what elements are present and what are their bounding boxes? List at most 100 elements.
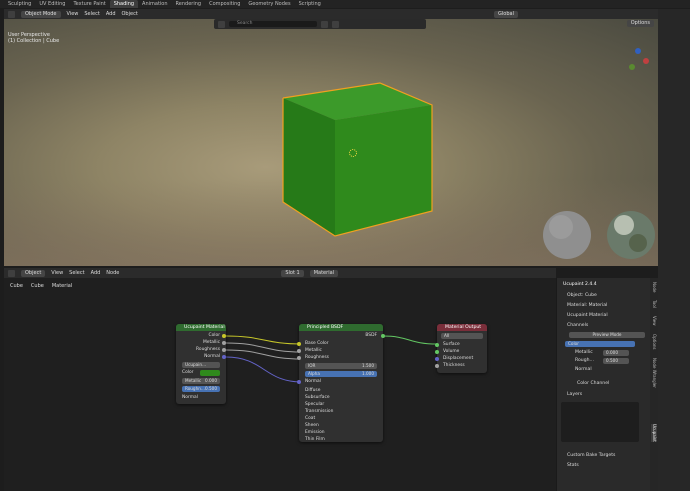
viewport-menu-select[interactable]: Select	[84, 11, 99, 17]
node-menu-view[interactable]: View	[51, 270, 63, 276]
ucupaint-material-node[interactable]: Ucupaint Material Color Metallic Roughne…	[176, 324, 226, 404]
bsdf-section-emission[interactable]: Emission	[305, 430, 325, 435]
viewport-menu-view[interactable]: View	[67, 11, 79, 17]
sidebar-tab-view[interactable]: View	[651, 316, 657, 326]
link-color	[225, 335, 303, 345]
layers-list[interactable]	[561, 402, 639, 442]
node-title: Principled BSDF	[299, 324, 383, 331]
custom-bake-targets-header[interactable]: Custom Bake Targets	[567, 453, 615, 458]
alpha-value: 1.000	[362, 371, 374, 376]
node-editor-canvas[interactable]	[4, 278, 556, 491]
layers-header[interactable]: Layers	[567, 392, 582, 397]
options-button[interactable]: Options	[626, 20, 654, 27]
transform-orientation-dropdown[interactable]: Global	[494, 10, 518, 18]
socket-in-volume[interactable]	[435, 350, 439, 354]
material-dropdown[interactable]: Material	[309, 269, 339, 277]
workspace-tab-scripting[interactable]: Scripting	[295, 0, 325, 8]
breadcrumb-mesh[interactable]: Cube	[31, 283, 44, 289]
bsdf-section-coat[interactable]: Coat	[305, 416, 315, 421]
socket-out-normal[interactable]	[222, 355, 226, 359]
panel-title[interactable]: Ucupaint 2.4.4	[563, 282, 597, 287]
slot-dropdown[interactable]: Slot 1	[281, 269, 304, 277]
viewport-menu-add[interactable]: Add	[106, 11, 116, 17]
socket-in-surface[interactable]	[435, 343, 439, 347]
input-color: Color	[182, 370, 194, 375]
object-mode-dropdown[interactable]: Object Mode	[21, 10, 61, 18]
cube-front-face[interactable]	[335, 105, 432, 236]
color-channel-header[interactable]: Color Channel	[577, 381, 609, 386]
gizmo-z-axis[interactable]	[635, 48, 641, 54]
bsdf-section-diffuse[interactable]: Diffuse	[305, 388, 320, 393]
editor-type-icon[interactable]	[8, 10, 15, 18]
alpha-field[interactable]: Alpha 1.000	[305, 371, 377, 377]
channel-normal[interactable]: Normal	[575, 367, 592, 372]
roughness-field[interactable]: Roughn... 0.500	[182, 386, 220, 392]
node-editor-header: Object View Select Add Node Slot 1 Mater…	[4, 268, 556, 278]
breadcrumb-object[interactable]: Cube	[10, 283, 23, 289]
workspace-tab-sculpting[interactable]: Sculpting	[4, 0, 35, 8]
ucupaint-side-panel: Ucupaint 2.4.4 Object: Cube Material: Ma…	[556, 278, 652, 491]
socket-in-displacement[interactable]	[435, 357, 439, 361]
workspace-tab-rendering[interactable]: Rendering	[172, 0, 206, 8]
node-menu-node[interactable]: Node	[106, 270, 119, 276]
socket-in-normal[interactable]	[297, 380, 301, 384]
breadcrumb-material[interactable]: Material	[52, 283, 72, 289]
workspace-tab-compositing[interactable]: Compositing	[205, 0, 244, 8]
node-object-dropdown[interactable]: Object	[21, 269, 46, 277]
output-target-dropdown[interactable]: All	[441, 333, 483, 339]
channels-header[interactable]: Channels	[567, 323, 588, 328]
workspace-tab-geometry-nodes[interactable]: Geometry Nodes	[244, 0, 294, 8]
bsdf-section-thin-film[interactable]: Thin Film	[305, 437, 325, 442]
sidebar-tab-tool[interactable]: Tool	[651, 300, 657, 308]
stats-header[interactable]: Stats	[567, 463, 579, 468]
input-surface: Surface	[443, 342, 460, 347]
channel-roughness-value[interactable]: 0.500	[603, 358, 629, 364]
socket-in-thickness[interactable]	[435, 364, 439, 368]
viewport-scene	[282, 48, 655, 259]
3d-viewport[interactable]	[4, 19, 658, 266]
filter-icon[interactable]	[332, 20, 339, 28]
bsdf-section-specular[interactable]: Specular	[305, 402, 324, 407]
socket-in-metallic[interactable]	[297, 349, 301, 353]
channel-metallic-value[interactable]: 0.000	[603, 350, 629, 356]
workspace-tab-animation[interactable]: Animation	[138, 0, 172, 8]
proportional-icon[interactable]	[321, 20, 328, 28]
bsdf-section-subsurface[interactable]: Subsurface	[305, 395, 330, 400]
workspace-tab-uv-editing[interactable]: UV Editing	[35, 0, 69, 8]
socket-out-bsdf[interactable]	[381, 334, 385, 338]
workspace-tab-shading[interactable]: Shading	[109, 0, 139, 8]
group-name-field[interactable]: Ucupain...	[182, 362, 220, 368]
snap-icon[interactable]	[218, 20, 225, 28]
color-swatch[interactable]	[200, 370, 220, 376]
material-output-node[interactable]: Material Output All Surface Volume Displ…	[437, 324, 487, 373]
input-metallic: Metallic	[305, 348, 322, 353]
socket-in-base-color[interactable]	[297, 342, 301, 346]
principled-bsdf-node[interactable]: Principled BSDF BSDF Base Color Metallic…	[299, 324, 383, 442]
bsdf-section-sheen[interactable]: Sheen	[305, 423, 319, 428]
node-menu-add[interactable]: Add	[91, 270, 101, 276]
viewport-search-input[interactable]: Search	[229, 21, 317, 27]
sidebar-tab-node-wrangler[interactable]: Node Wrangler	[651, 358, 657, 388]
sidebar-tab-node[interactable]: Node	[651, 282, 657, 292]
viewport-menu-object[interactable]: Object	[122, 11, 138, 17]
socket-out-roughness[interactable]	[222, 348, 226, 352]
socket-out-metallic[interactable]	[222, 341, 226, 345]
channel-roughness[interactable]: Rough...	[575, 358, 594, 363]
channel-color[interactable]: Color	[565, 341, 635, 347]
workspace-tab-texture-paint[interactable]: Texture Paint	[69, 0, 109, 8]
bsdf-section-transmission[interactable]: Transmission	[305, 409, 333, 414]
input-normal: Normal	[305, 379, 321, 384]
gizmo-y-axis[interactable]	[629, 64, 635, 70]
ior-field[interactable]: IOR 1.500	[305, 363, 377, 369]
gizmo-x-axis[interactable]	[643, 58, 649, 64]
sidebar-tab-ucupaint[interactable]: Ucupaint	[651, 424, 657, 442]
channel-metallic[interactable]: Metallic	[575, 350, 593, 355]
preview-mode-button[interactable]: Preview Mode	[569, 332, 645, 338]
socket-in-roughness[interactable]	[297, 356, 301, 360]
node-editor-type-icon[interactable]	[8, 269, 15, 277]
socket-out-color[interactable]	[222, 334, 226, 338]
metallic-field[interactable]: Metallic 0.000	[182, 378, 220, 384]
node-menu-select[interactable]: Select	[69, 270, 84, 276]
sidebar-tab-options[interactable]: Options	[651, 334, 657, 349]
cube-left-face[interactable]	[283, 98, 335, 236]
